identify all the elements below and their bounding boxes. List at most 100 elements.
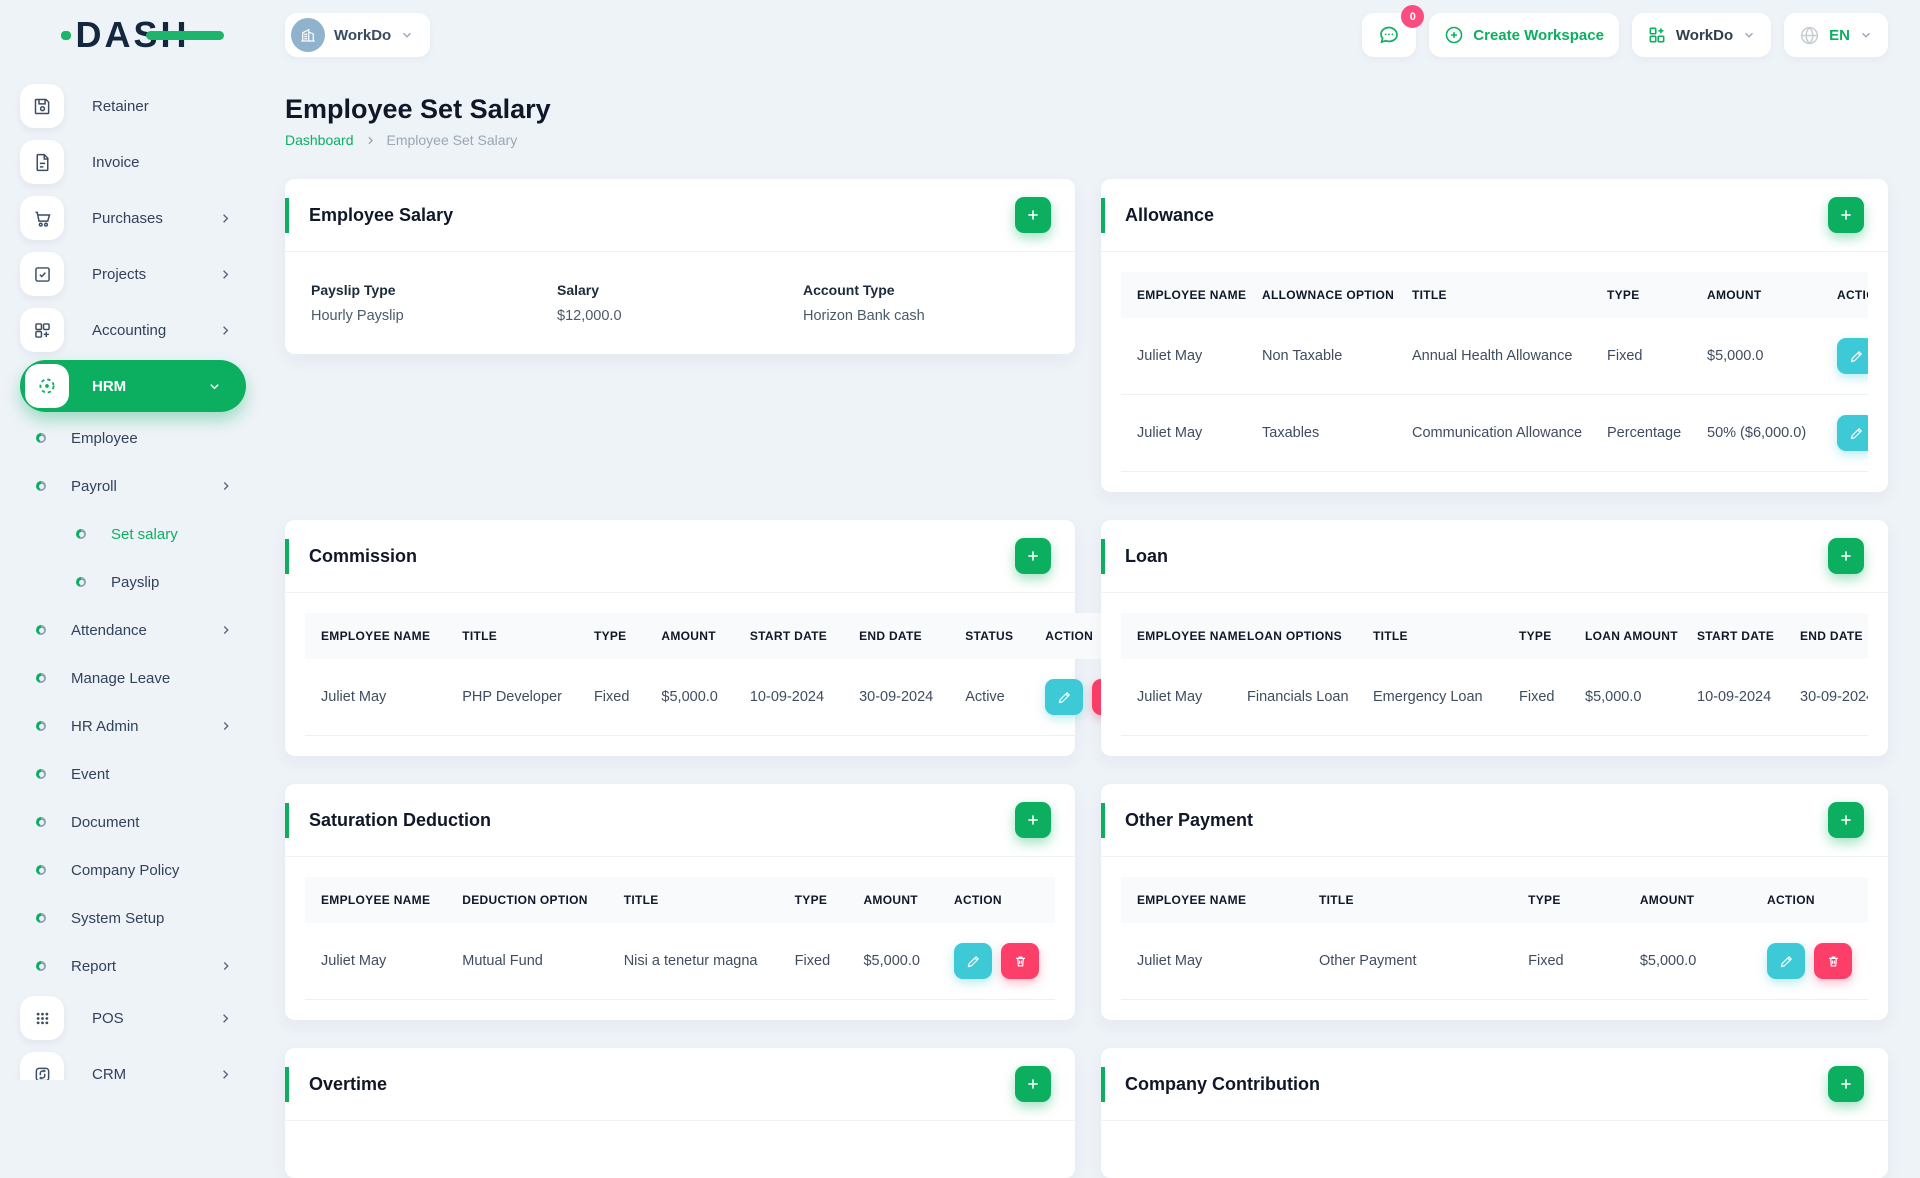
sidebar-item-attendance[interactable]: Attendance — [20, 606, 265, 654]
plus-circle-icon — [1444, 25, 1464, 45]
add-overtime-button[interactable] — [1015, 1066, 1051, 1102]
bullet-icon — [36, 673, 46, 683]
column-header: TITLE — [1396, 272, 1591, 318]
column-header: TITLE — [608, 877, 779, 923]
trash-icon — [1826, 954, 1841, 969]
globe-icon — [1799, 25, 1820, 46]
saturation-deduction-table: EMPLOYEE NAME DEDUCTION OPTION TITLE TYP… — [305, 877, 1055, 1000]
table-row: Juliet May Non Taxable Annual Health All… — [1121, 318, 1868, 395]
allowance-table-scroll[interactable]: EMPLOYEE NAME ALLOWNACE OPTION TITLE TYP… — [1121, 272, 1868, 472]
sidebar-item-set-salary[interactable]: Set salary — [20, 510, 265, 558]
card-header: Loan — [1101, 520, 1888, 593]
add-commission-button[interactable] — [1015, 538, 1051, 574]
sidebar-item-report[interactable]: Report — [20, 942, 265, 990]
logo-dash-icon — [146, 31, 224, 40]
sidebar-item-accounting[interactable]: Accounting — [20, 302, 265, 358]
bullet-icon — [76, 577, 86, 587]
add-saturation-deduction-button[interactable] — [1015, 802, 1051, 838]
breadcrumb-dashboard-link[interactable]: Dashboard — [285, 132, 354, 148]
delete-button[interactable] — [1001, 943, 1039, 979]
table-row: Juliet May Other Payment Fixed $5,000.0 — [1121, 923, 1868, 1000]
table-row: Juliet May PHP Developer Fixed $5,000.0 … — [305, 659, 1146, 736]
field-value: Hourly Payslip — [311, 308, 557, 324]
topbar: DASH WorkDo 0 Create Workspace — [0, 0, 1920, 70]
sidebar-item-employee[interactable]: Employee — [20, 414, 265, 462]
sidebar-item-projects[interactable]: Projects — [20, 246, 265, 302]
category-grid-icon — [20, 308, 64, 352]
loan-table: EMPLOYEE NAME LOAN OPTIONS TITLE TYPE LO… — [1121, 613, 1868, 736]
loan-table-scroll[interactable]: EMPLOYEE NAME LOAN OPTIONS TITLE TYPE LO… — [1121, 613, 1868, 736]
field-label: Salary — [557, 282, 803, 298]
sidebar-item-document[interactable]: Document — [20, 798, 265, 846]
column-header: AMOUNT — [1624, 877, 1751, 923]
chevron-right-icon — [219, 719, 233, 733]
sidebar-item-payslip[interactable]: Payslip — [20, 558, 265, 606]
edit-button[interactable] — [1837, 338, 1868, 374]
breadcrumb-current: Employee Set Salary — [387, 132, 518, 148]
main-content: Employee Set Salary Dashboard Employee S… — [285, 70, 1888, 1178]
column-header: EMPLOYEE NAME — [1121, 272, 1246, 318]
column-header: TITLE — [446, 613, 578, 659]
logo-dot-icon — [61, 31, 71, 40]
chevron-right-icon — [219, 623, 233, 637]
edit-button[interactable] — [954, 943, 992, 979]
dash-logo[interactable]: DASH — [75, 17, 189, 53]
workspace-switcher[interactable]: WorkDo — [285, 13, 430, 57]
grid-plus-icon — [1647, 25, 1667, 45]
add-other-payment-button[interactable] — [1828, 802, 1864, 838]
sidebar-item-company-policy[interactable]: Company Policy — [20, 846, 265, 894]
sidebar-item-system-setup[interactable]: System Setup — [20, 894, 265, 942]
sidebar-item-invoice[interactable]: Invoice — [20, 134, 265, 190]
bullet-icon — [36, 481, 46, 491]
pencil-icon — [1849, 426, 1864, 441]
messages-button[interactable]: 0 — [1362, 13, 1416, 57]
pencil-icon — [1779, 954, 1794, 969]
bullet-icon — [76, 529, 86, 539]
sidebar-item-hrm[interactable]: HRM — [20, 360, 246, 412]
plus-icon — [1025, 548, 1041, 564]
card-title: Commission — [309, 546, 417, 567]
brand: DASH — [0, 17, 265, 53]
column-header: END DATE — [1784, 613, 1868, 659]
sidebar-item-event[interactable]: Event — [20, 750, 265, 798]
workspace-menu-button[interactable]: WorkDo — [1632, 13, 1771, 57]
allowance-card: Allowance EMPLOYEE NAME ALLOWNACE OPTION… — [1101, 179, 1888, 492]
chevron-down-icon — [1742, 28, 1756, 42]
sidebar-item-crm[interactable]: CRM — [20, 1046, 265, 1080]
add-company-contribution-button[interactable] — [1828, 1066, 1864, 1102]
chevron-right-icon — [219, 959, 233, 973]
sidebar-item-pos[interactable]: POS — [20, 990, 265, 1046]
add-loan-button[interactable] — [1828, 538, 1864, 574]
chevron-right-icon — [218, 323, 233, 338]
salary-fields: Payslip Type Hourly Payslip Salary $12,0… — [305, 272, 1055, 334]
delete-button[interactable] — [1814, 943, 1852, 979]
card-header: Allowance — [1101, 179, 1888, 252]
card-header: Other Payment — [1101, 784, 1888, 857]
edit-button[interactable] — [1767, 943, 1805, 979]
sidebar-item-purchases[interactable]: Purchases — [20, 190, 265, 246]
column-header: EMPLOYEE NAME — [1121, 877, 1303, 923]
sidebar-item-retainer[interactable]: Retainer — [20, 78, 265, 134]
column-header: ACTION — [1821, 272, 1868, 318]
chevron-down-icon — [207, 379, 222, 394]
column-header: TYPE — [1591, 272, 1691, 318]
column-header: TITLE — [1303, 877, 1512, 923]
add-allowance-button[interactable] — [1828, 197, 1864, 233]
bullet-icon — [36, 817, 46, 827]
edit-button[interactable] — [1837, 415, 1868, 451]
column-header: ALLOWNACE OPTION — [1246, 272, 1396, 318]
add-employee-salary-button[interactable] — [1015, 197, 1051, 233]
cards-grid: Employee Salary Payslip Type Hourly Pays… — [285, 179, 1888, 1178]
language-selector[interactable]: EN — [1784, 13, 1888, 57]
cart-icon — [20, 196, 64, 240]
edit-button[interactable] — [1045, 679, 1083, 715]
bullet-icon — [36, 769, 46, 779]
topbar-actions: 0 Create Workspace WorkDo EN — [1362, 13, 1888, 57]
card-header: Employee Salary — [285, 179, 1075, 252]
column-header: EMPLOYEE NAME — [305, 613, 446, 659]
sidebar-item-payroll[interactable]: Payroll — [20, 462, 265, 510]
create-workspace-button[interactable]: Create Workspace — [1429, 13, 1619, 57]
sidebar-item-manage-leave[interactable]: Manage Leave — [20, 654, 265, 702]
field-label: Account Type — [803, 282, 1049, 298]
sidebar-item-hr-admin[interactable]: HR Admin — [20, 702, 265, 750]
